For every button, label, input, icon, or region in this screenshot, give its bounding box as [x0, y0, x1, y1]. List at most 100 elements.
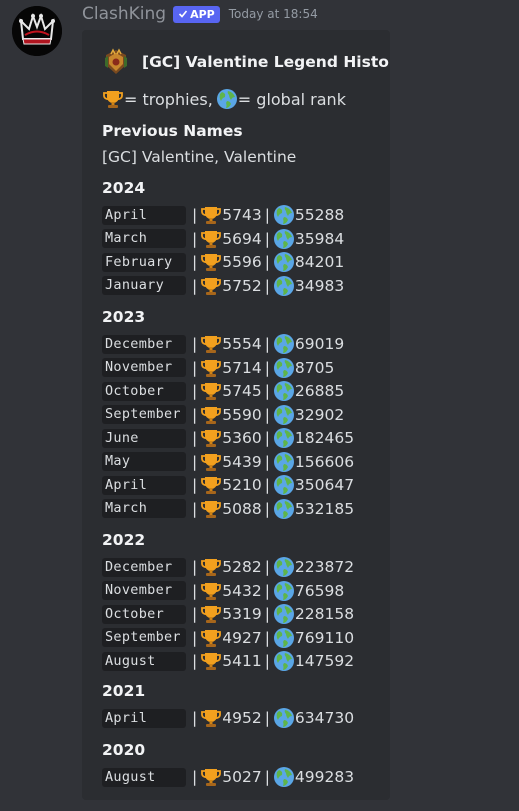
separator: |: [192, 605, 198, 623]
legend-trophies-label: = trophies,: [124, 89, 213, 109]
app-badge-label: APP: [190, 7, 215, 21]
globe-icon: [273, 333, 295, 355]
separator: |: [264, 652, 270, 670]
month-label: December: [102, 334, 186, 354]
rank-value: 769110: [294, 628, 355, 647]
globe-icon: [273, 380, 295, 402]
trophy-icon: [200, 707, 222, 729]
trophy-icon: [200, 603, 222, 625]
trophy-icon: [200, 627, 222, 649]
trophies-value: 5752: [222, 276, 262, 295]
globe-icon: [273, 275, 295, 297]
year-heading: 2024: [102, 179, 146, 197]
rank-value: 34983: [294, 276, 345, 295]
history-row: September | 5590 | 32902: [102, 404, 344, 426]
embed-title-row: [GC] Valentine Legend History: [102, 48, 390, 76]
separator: |: [192, 382, 198, 400]
avatar[interactable]: [12, 6, 62, 56]
trophy-icon: [200, 498, 222, 520]
separator: |: [192, 709, 198, 727]
separator: |: [192, 768, 198, 786]
check-icon: [179, 10, 188, 18]
trophies-value: 5088: [222, 499, 262, 518]
trophy-icon: [200, 556, 222, 578]
trophy-icon: [200, 474, 222, 496]
history-row: December | 5554 | 69019: [102, 333, 344, 355]
rank-value: 26885: [294, 382, 345, 400]
month-label: April: [102, 205, 186, 225]
trophy-icon: [200, 766, 222, 788]
month-label: June: [102, 428, 186, 448]
separator: |: [264, 405, 270, 424]
rank-value: 156606: [294, 452, 355, 471]
trophies-value: 5743: [222, 206, 262, 224]
separator: |: [192, 581, 198, 600]
trophies-value: 5282: [222, 558, 262, 576]
rank-value: 76598: [294, 581, 345, 600]
history-row: May | 5439 | 156606: [102, 451, 354, 473]
separator: |: [264, 429, 270, 447]
rank-value: 84201: [294, 253, 345, 271]
trophy-icon: [200, 451, 222, 473]
globe-icon: [273, 451, 295, 473]
history-row: June | 5360 | 182465: [102, 427, 354, 449]
history-row: April | 5743 | 55288: [102, 204, 344, 226]
separator: |: [264, 709, 270, 727]
month-label: March: [102, 229, 186, 248]
history-row: October | 5319 | 228158: [102, 603, 354, 625]
trophies-value: 5596: [222, 253, 262, 271]
trophy-icon: [200, 357, 222, 379]
trophies-value: 5590: [222, 405, 262, 424]
globe-icon: [273, 627, 295, 649]
rank-value: 32902: [294, 405, 345, 424]
globe-icon: [273, 707, 295, 729]
globe-icon: [273, 498, 295, 520]
month-label: October: [102, 604, 186, 624]
trophies-value: 5432: [222, 581, 262, 600]
month-label: November: [102, 581, 186, 600]
month-label: March: [102, 499, 186, 518]
history-row: February | 5596 | 84201: [102, 251, 344, 273]
globe-icon: [273, 603, 295, 625]
history-row: April | 4952 | 634730: [102, 707, 354, 729]
separator: |: [192, 276, 198, 295]
previous-names: [GC] Valentine, Valentine: [102, 148, 297, 166]
trophy-icon: [200, 380, 222, 402]
rank-value: 532185: [294, 499, 355, 518]
month-label: April: [102, 475, 186, 495]
history-row: March | 5694 | 35984: [102, 228, 344, 250]
trophies-value: 5319: [222, 605, 262, 623]
trophies-value: 5714: [222, 358, 262, 377]
app-badge: APP: [173, 5, 220, 23]
rank-value: 147592: [294, 652, 355, 670]
year-heading: 2022: [102, 531, 146, 549]
year-heading: 2020: [102, 741, 146, 759]
globe-icon: [273, 427, 295, 449]
separator: |: [264, 452, 270, 471]
separator: |: [264, 499, 270, 518]
rank-value: 228158: [294, 605, 355, 623]
month-label: September: [102, 405, 186, 424]
month-label: August: [102, 767, 186, 787]
timestamp: Today at 18:54: [228, 7, 318, 21]
separator: |: [192, 558, 198, 576]
history-row: March | 5088 | 532185: [102, 498, 354, 520]
separator: |: [192, 335, 198, 353]
rank-value: 499283: [294, 768, 355, 786]
history-row: November | 5432 | 76598: [102, 580, 344, 602]
previous-names-heading: Previous Names: [102, 122, 243, 140]
globe-icon: [273, 650, 295, 672]
trophies-value: 5027: [222, 768, 262, 786]
separator: |: [264, 382, 270, 400]
year-heading: 2021: [102, 682, 146, 700]
history-row: January | 5752 | 34983: [102, 275, 344, 297]
separator: |: [192, 358, 198, 377]
globe-icon: [273, 474, 295, 496]
crown-icon: [12, 6, 62, 56]
rank-value: 223872: [294, 558, 355, 576]
username[interactable]: ClashKing: [82, 4, 166, 24]
separator: |: [192, 229, 198, 248]
rank-value: 8705: [294, 358, 335, 377]
rank-value: 182465: [294, 429, 355, 447]
history-row: April | 5210 | 350647: [102, 474, 354, 496]
